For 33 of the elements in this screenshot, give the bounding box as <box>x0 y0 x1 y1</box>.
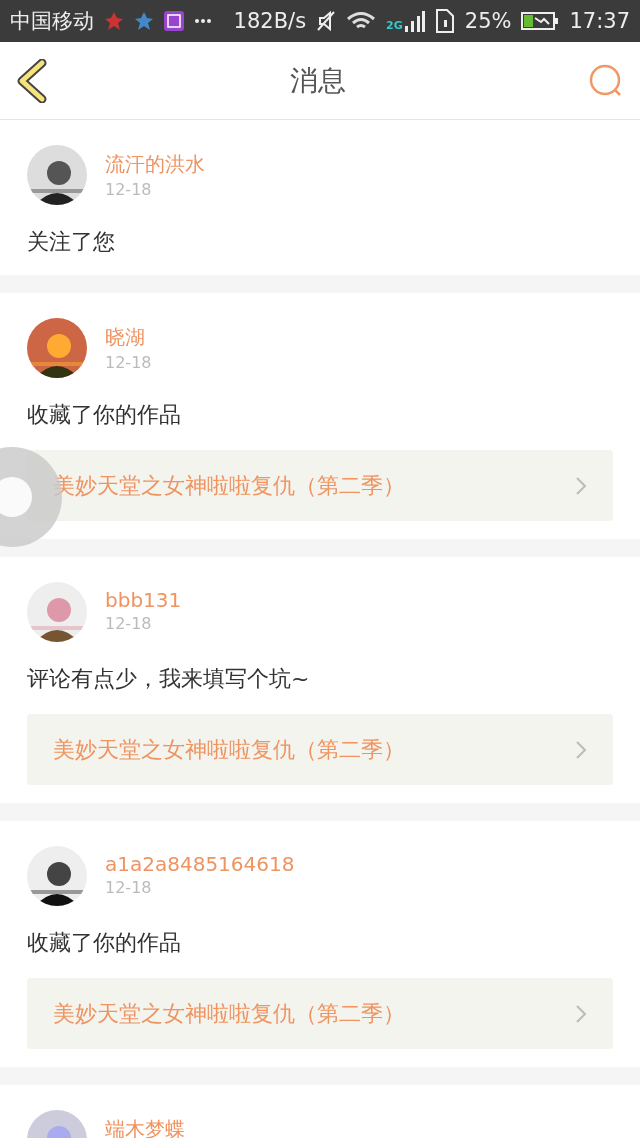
message-text: 收藏了你的作品 <box>27 929 182 957</box>
gallery-icon <box>164 11 184 31</box>
message-date: 12-18 <box>105 180 153 199</box>
battery-icon <box>521 11 560 31</box>
user-name[interactable]: a1a2a8485164618 <box>105 852 295 876</box>
work-link[interactable]: 美妙天堂之女神啦啦复仇（第二季） <box>27 714 613 785</box>
back-icon[interactable] <box>16 58 48 103</box>
battery-percent: 25% <box>464 9 512 33</box>
signal-icon <box>404 10 425 32</box>
message-text: 评论有点少，我来填写个坑~ <box>27 665 311 693</box>
page-title: 消息 <box>290 62 346 99</box>
more-icon <box>194 18 212 24</box>
message-date: 12-18 <box>105 878 153 897</box>
user-name[interactable]: 端木梦蝶 <box>105 1116 185 1138</box>
chevron-icon <box>575 739 587 760</box>
network-speed: 182B/s <box>233 9 307 33</box>
message-date: 12-18 <box>105 353 152 372</box>
app-icon <box>134 11 154 31</box>
carrier-name: 中国移动 <box>10 8 94 35</box>
work-link[interactable]: 美妙天堂之女神啦啦复仇（第二季） <box>27 978 613 1049</box>
mute-icon <box>316 10 337 32</box>
chevron-icon <box>575 475 587 496</box>
user-name[interactable]: 流汗的洪水 <box>105 151 205 178</box>
clock: 17:37 <box>569 9 630 33</box>
user-name[interactable]: bbb131 <box>105 588 182 612</box>
message-text: 收藏了你的作品 <box>27 401 182 429</box>
network-type: 2G <box>386 19 403 32</box>
user-name[interactable]: 晓湖 <box>105 324 152 351</box>
sim-icon <box>434 8 455 34</box>
message-text: 关注了您 <box>27 228 116 256</box>
chevron-icon <box>575 1003 587 1024</box>
app-icon <box>104 11 124 31</box>
message-date: 12-18 <box>105 614 153 633</box>
